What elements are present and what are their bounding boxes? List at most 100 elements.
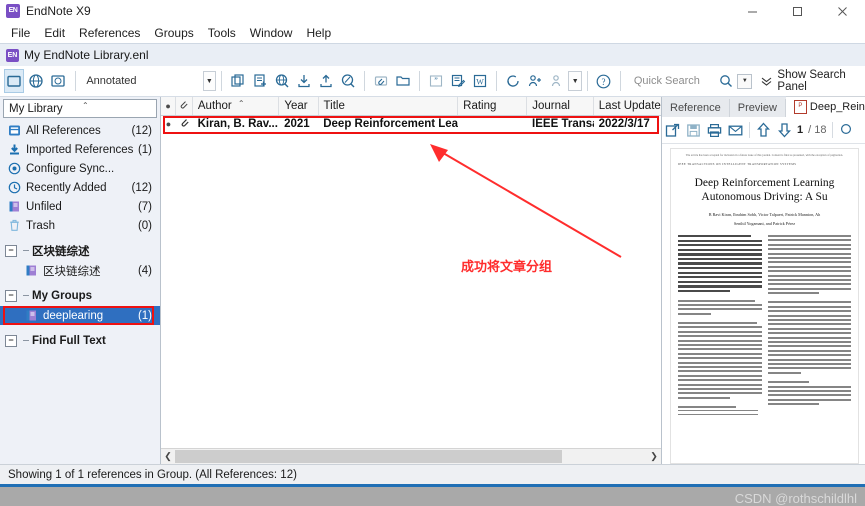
group-icon [24,309,38,323]
sidebar-group-blockchain-review[interactable]: 区块链综述 (4) [0,261,160,280]
scroll-right-icon[interactable]: ❯ [647,449,661,464]
quote-icon[interactable]: ” [426,69,446,93]
menu-window[interactable]: Window [243,24,300,42]
scroll-track[interactable] [175,450,647,463]
attach-file-icon[interactable] [371,69,391,93]
chevron-down-icon[interactable]: ▼ [202,71,217,91]
local-library-icon[interactable] [4,69,25,93]
copy-references-icon[interactable] [228,69,248,93]
group-set-blockchain[interactable]: − 区块链综述 [0,240,160,261]
read-status-column[interactable]: ● [161,97,177,115]
menu-help[interactable]: Help [299,24,338,42]
group-set-my-groups[interactable]: − My Groups [0,285,160,306]
quick-search-input[interactable]: Quick Search [626,75,718,87]
scroll-left-icon[interactable]: ❮ [161,449,175,464]
print-icon[interactable] [704,120,725,141]
tab-reference[interactable]: Reference [662,99,730,117]
table-row[interactable]: ● Kiran, B. Rav... 2021 Deep Reinforceme… [161,116,661,133]
insert-citation-word-icon[interactable]: W [470,69,490,93]
menu-file[interactable]: File [4,24,37,42]
row-last-updated[interactable]: 2022/3/17 [594,116,661,133]
tree-dash [23,250,29,251]
search-controls: ▼ [717,73,753,89]
row-year[interactable]: 2021 [279,116,318,133]
menu-groups[interactable]: Groups [147,24,200,42]
groups-sidebar: My Library ⌃ All References (12) Importe… [0,97,161,464]
share-library-icon[interactable] [525,69,545,93]
journal-column[interactable]: Journal [527,97,594,115]
row-read-status[interactable]: ● [161,116,176,133]
previous-page-icon[interactable] [753,120,774,141]
accent-bottom-line [0,484,865,487]
sidebar-item-all-references[interactable]: All References (12) [0,121,160,140]
find-full-text-section[interactable]: − Find Full Text [0,330,160,351]
minimize-button[interactable] [730,0,775,22]
scroll-thumb[interactable] [175,450,563,463]
pdf-accept-note: The article has been accepted for inclus… [685,154,844,157]
title-column[interactable]: Title [319,97,459,115]
watermark: CSDN @rothschildlhl [734,491,857,506]
next-page-icon[interactable] [774,120,795,141]
tab-preview[interactable]: Preview [729,99,786,117]
manage-attachments-icon[interactable] [547,69,567,93]
import-icon[interactable] [294,69,314,93]
integrated-library-icon[interactable] [48,69,68,93]
output-style-select[interactable]: Annotated [80,71,202,91]
save-icon[interactable] [683,120,704,141]
last-updated-column[interactable]: Last Updated [594,97,661,115]
close-button[interactable] [820,0,865,22]
group-set-label: My Groups [32,289,93,302]
row-author[interactable]: Kiran, B. Rav... [193,116,280,133]
search-options-caret-icon[interactable]: ▼ [737,73,753,89]
row-title[interactable]: Deep Reinforcement Learning for A... [318,116,458,133]
maximize-button[interactable] [775,0,820,22]
tab-pdf-attachment[interactable]: P Deep_Reinforcement_Lear [785,96,865,117]
pdf-preview-viewport[interactable]: The article has been accepted for inclus… [662,144,865,464]
rating-column[interactable]: Rating [458,97,528,115]
help-icon[interactable]: ? [594,69,614,93]
chevron-down-icon[interactable]: ▼ [568,71,583,91]
sidebar-item-trash[interactable]: Trash (0) [0,216,160,235]
menu-tools[interactable]: Tools [201,24,243,42]
reference-list-header: ● Author ⌃ Year Title Rating Journal Las… [161,97,661,116]
search-icon[interactable] [718,73,734,89]
sidebar-item-recently-added[interactable]: Recently Added (12) [0,178,160,197]
row-journal[interactable]: IEEE Transa... [527,116,594,133]
row-attachment[interactable] [176,116,193,133]
menu-references[interactable]: References [72,24,147,42]
sidebar-item-imported-references[interactable]: Imported References (1) [0,140,160,159]
sync-icon[interactable] [503,69,523,93]
sidebar-item-unfiled[interactable]: Unfiled (7) [0,197,160,216]
export-icon[interactable] [316,69,336,93]
endnote-icon: EN [6,4,20,18]
sidebar-item-configure-sync[interactable]: Configure Sync... [0,159,160,178]
find-full-text-label: Find Full Text [32,334,106,347]
collapse-icon[interactable]: − [5,334,17,347]
email-icon[interactable] [725,120,746,141]
sidebar-group-deeplearing[interactable]: deeplearing (1) [0,306,160,325]
pdf-title-line-2: Autonomous Driving: A Su [701,191,828,203]
find-full-text-icon[interactable] [338,69,358,93]
unfiled-icon [7,200,21,214]
new-reference-icon[interactable] [250,69,270,93]
pdf-current-page[interactable]: 1 [795,124,805,136]
row-rating[interactable] [458,116,527,133]
group-icon [24,264,38,278]
collapse-icon[interactable]: − [5,289,17,302]
attachment-column[interactable] [176,97,193,115]
author-column[interactable]: Author ⌃ [193,97,280,115]
horizontal-scrollbar[interactable]: ❮ ❯ [161,448,661,464]
zoom-out-icon[interactable] [836,120,857,141]
edit-reference-icon[interactable] [448,69,468,93]
sidebar-group-label: deeplearing [43,309,104,322]
show-search-panel-button[interactable]: Show Search Panel [760,69,859,93]
collapse-icon[interactable]: − [5,244,17,257]
open-file-icon[interactable] [393,69,413,93]
online-search-globe-icon[interactable] [272,69,292,93]
paperclip-icon [179,118,190,130]
online-search-icon[interactable] [26,69,46,93]
menu-edit[interactable]: Edit [37,24,72,42]
my-library-header[interactable]: My Library ⌃ [3,99,157,118]
year-column[interactable]: Year [279,97,319,115]
open-external-icon[interactable] [662,120,683,141]
